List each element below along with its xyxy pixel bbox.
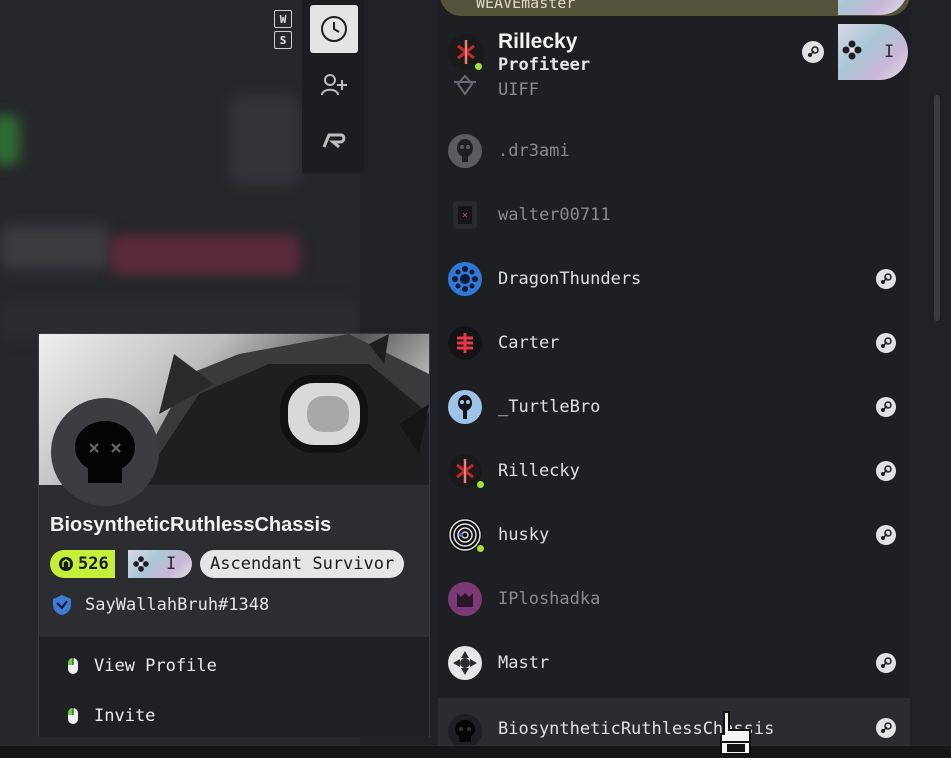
profile-menu: View Profile Invite — [39, 637, 429, 737]
online-dot — [476, 480, 485, 489]
friend-row[interactable]: ✕ walter00711 — [438, 185, 910, 245]
friend-row[interactable]: .dr3ami — [438, 121, 910, 181]
friend-name: Carter — [498, 333, 560, 353]
skull-avatar-icon — [75, 421, 135, 483]
view-profile-label: View Profile — [94, 656, 217, 676]
top-user-cut-name: WEAVEmaster — [476, 0, 576, 12]
key-hint-s: S — [274, 31, 292, 49]
steam-icon — [876, 333, 896, 353]
steam-icon — [876, 718, 896, 738]
friend-row[interactable]: UIFF — [438, 60, 910, 100]
invite-label: Invite — [94, 706, 156, 726]
steam-icon — [876, 525, 896, 545]
flower-icon — [132, 555, 150, 577]
level-icon — [59, 557, 73, 571]
profile-card: BiosyntheticRuthlessChassis 526 I Ascend… — [38, 333, 430, 737]
profile-badge: I — [128, 550, 192, 578]
steam-icon — [876, 269, 896, 289]
friend-name: husky — [498, 525, 550, 545]
friend-name: _TurtleBro — [498, 397, 601, 417]
r-logo-icon — [322, 133, 346, 149]
steam-icon — [876, 461, 896, 481]
level-badge: 526 — [50, 550, 115, 578]
friend-row[interactable]: Rillecky — [438, 441, 910, 501]
key-hint-w: W — [274, 10, 292, 28]
friend-row[interactable]: husky — [438, 505, 910, 565]
profile-tag: SayWallahBruh#1348 — [51, 594, 269, 616]
shield-icon — [53, 595, 71, 615]
avatar — [448, 714, 482, 745]
svg-text:✕: ✕ — [462, 211, 469, 220]
add-user-icon — [321, 74, 347, 96]
friend-row[interactable]: Carter — [438, 313, 910, 373]
friend-name: UIFF — [498, 80, 539, 100]
friend-name: walter00711 — [498, 205, 611, 225]
scrollbar-thumb[interactable] — [934, 95, 940, 321]
avatar — [448, 262, 482, 296]
profile-tag-text: SayWallahBruh#1348 — [85, 595, 270, 615]
mouse-left-click-icon — [68, 658, 78, 674]
avatar: ✕ — [453, 201, 477, 229]
bottom-bar — [0, 745, 951, 758]
avatar — [448, 646, 482, 680]
rank-button[interactable] — [310, 117, 358, 165]
profile-avatar — [51, 398, 159, 506]
top-user-name: Rillecky — [498, 30, 578, 53]
level-value: 526 — [78, 554, 109, 574]
avatar — [448, 326, 482, 360]
view-profile-button[interactable]: View Profile — [39, 641, 429, 691]
add-friend-button[interactable] — [310, 61, 358, 109]
online-dot — [476, 544, 485, 553]
friend-name: .dr3ami — [498, 141, 570, 161]
friend-row[interactable]: IPloshadka — [438, 569, 910, 629]
clock-icon — [321, 16, 347, 42]
rank-badge: Ascendant Survivor — [200, 550, 405, 578]
avatar — [448, 390, 482, 424]
friend-row[interactable]: DragonThunders — [438, 249, 910, 309]
friend-row-selected[interactable]: BiosyntheticRuthlessChassis — [438, 698, 910, 745]
friend-name: Rillecky — [498, 461, 580, 481]
friend-row[interactable]: _TurtleBro — [438, 377, 910, 437]
mouse-right-click-icon — [68, 708, 78, 724]
history-button[interactable] — [310, 5, 358, 53]
invite-button[interactable]: Invite — [39, 691, 429, 741]
steam-icon — [876, 653, 896, 673]
badge-level: I — [166, 554, 177, 574]
friend-name: IPloshadka — [498, 589, 601, 609]
badge-level: I — [884, 42, 895, 62]
hand-cursor-icon — [720, 711, 751, 755]
avatar — [448, 134, 482, 168]
tool-column — [302, 0, 364, 173]
profile-name: BiosyntheticRuthlessChassis — [50, 514, 332, 536]
avatar — [448, 582, 482, 616]
avatar — [448, 68, 482, 100]
steam-icon — [876, 397, 896, 417]
friend-row[interactable]: Mastr — [438, 633, 910, 693]
friend-name: Mastr — [498, 653, 550, 673]
friend-name: DragonThunders — [498, 269, 642, 289]
